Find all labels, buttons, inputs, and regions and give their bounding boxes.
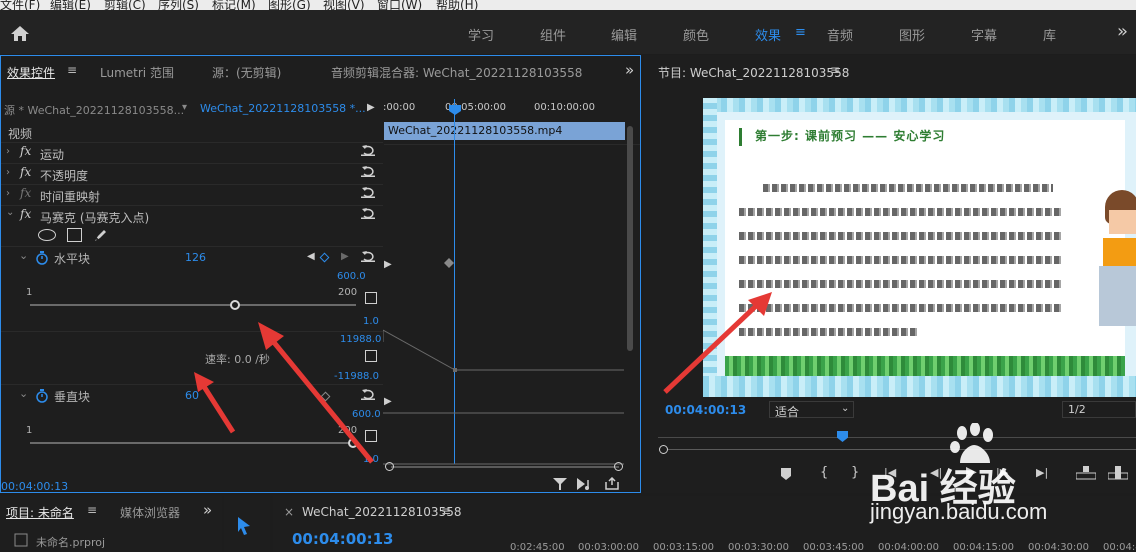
baidu-watermark: Bai 经验 jingyan.baidu.com [870,423,1136,552]
watermark-url: jingyan.baidu.com [870,499,1048,524]
